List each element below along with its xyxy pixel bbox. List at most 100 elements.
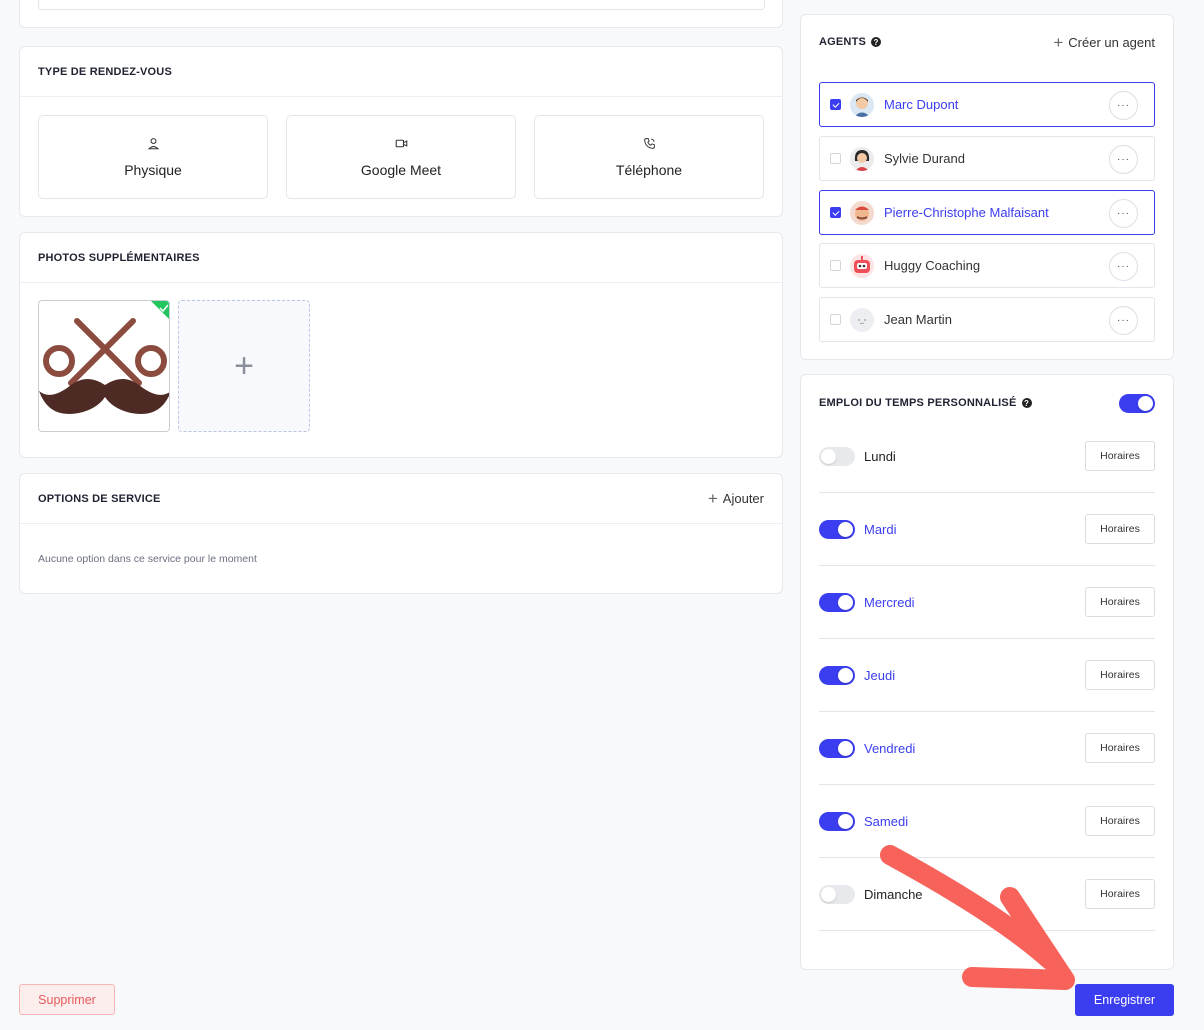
appointment-type-title: TYPE DE RENDEZ-VOUS bbox=[38, 65, 172, 78]
robot-avatar-icon bbox=[854, 255, 870, 273]
day-row-lundi: Lundi Horaires bbox=[819, 420, 1155, 493]
avatar bbox=[850, 253, 874, 278]
phone-icon bbox=[643, 137, 655, 149]
hours-button[interactable]: Horaires bbox=[1085, 514, 1155, 544]
agent-name: Huggy Coaching bbox=[884, 258, 981, 273]
day-row-mardi: Mardi Horaires bbox=[819, 493, 1155, 566]
day-toggle[interactable] bbox=[819, 446, 855, 466]
agent-name: Jean Martin bbox=[884, 312, 952, 327]
avatar bbox=[850, 146, 874, 171]
appointment-type-card: TYPE DE RENDEZ-VOUS Physique Google Meet… bbox=[19, 46, 783, 217]
more-options-button[interactable]: ··· bbox=[1109, 145, 1138, 174]
agent-name: Pierre-Christophe Malfaisant bbox=[884, 205, 1049, 220]
agent-checkbox[interactable] bbox=[830, 314, 841, 325]
more-options-button[interactable]: ··· bbox=[1109, 199, 1138, 228]
empty-options-text: Aucune option dans ce service pour le mo… bbox=[38, 553, 257, 565]
photo-thumbnail[interactable] bbox=[38, 300, 170, 432]
add-option-button[interactable]: + Ajouter bbox=[708, 490, 764, 507]
day-label: Dimanche bbox=[864, 886, 923, 902]
hours-button[interactable]: Horaires bbox=[1085, 441, 1155, 471]
avatar bbox=[850, 92, 874, 117]
video-icon bbox=[395, 139, 407, 147]
custom-schedule-title-text: EMPLOI DU TEMPS PERSONNALISÉ bbox=[819, 397, 1017, 409]
custom-schedule-toggle[interactable] bbox=[1119, 393, 1155, 413]
type-option-label: Téléphone bbox=[615, 161, 683, 178]
hours-button[interactable]: Horaires bbox=[1085, 587, 1155, 617]
add-photo-button[interactable]: + bbox=[178, 300, 310, 432]
more-options-button[interactable]: ··· bbox=[1109, 306, 1138, 335]
more-options-button[interactable]: ··· bbox=[1109, 91, 1138, 120]
day-row-dimanche: Dimanche Horaires bbox=[819, 858, 1155, 931]
agent-row-huggy-coaching[interactable]: Huggy Coaching ··· bbox=[819, 243, 1155, 288]
agent-checkbox[interactable] bbox=[830, 99, 841, 110]
agents-title-text: AGENTS bbox=[819, 36, 867, 48]
day-toggle[interactable] bbox=[819, 884, 855, 904]
day-label: Samedi bbox=[864, 813, 909, 829]
agents-card: AGENTS ? + Créer un agent Marc Dupont ··… bbox=[800, 14, 1174, 360]
top-card-partial bbox=[19, 0, 783, 28]
day-label: Jeudi bbox=[864, 667, 896, 683]
agents-header: AGENTS ? + Créer un agent bbox=[801, 15, 1173, 69]
hours-button[interactable]: Horaires bbox=[1085, 660, 1155, 690]
day-toggle[interactable] bbox=[819, 738, 855, 758]
extra-photos-title: PHOTOS SUPPLÉMENTAIRES bbox=[38, 251, 200, 264]
avatar bbox=[850, 307, 874, 332]
help-icon[interactable]: ? bbox=[871, 37, 882, 47]
extra-photos-card: PHOTOS SUPPLÉMENTAIRES + bbox=[19, 232, 783, 458]
hours-button[interactable]: Horaires bbox=[1085, 733, 1155, 763]
day-toggle[interactable] bbox=[819, 811, 855, 831]
type-option-physical[interactable]: Physique bbox=[38, 115, 268, 199]
agents-title: AGENTS ? bbox=[819, 36, 882, 48]
day-label: Lundi bbox=[864, 448, 896, 464]
agent-name: Marc Dupont bbox=[884, 97, 959, 112]
help-icon[interactable]: ? bbox=[1021, 398, 1032, 408]
plus-icon: + bbox=[1053, 32, 1064, 52]
day-toggle[interactable] bbox=[819, 665, 855, 685]
woman-avatar-icon bbox=[854, 149, 870, 171]
agent-row-pierre-christophe-malfaisant[interactable]: Pierre-Christophe Malfaisant ··· bbox=[819, 190, 1155, 235]
hours-button[interactable]: Horaires bbox=[1085, 806, 1155, 836]
day-row-samedi: Samedi Horaires bbox=[819, 785, 1155, 858]
placeholder-avatar-icon bbox=[858, 318, 866, 324]
hours-button[interactable]: Horaires bbox=[1085, 879, 1155, 909]
service-options-card: OPTIONS DE SERVICE + Ajouter Aucune opti… bbox=[19, 473, 783, 594]
day-toggle[interactable] bbox=[819, 592, 855, 612]
day-row-mercredi: Mercredi Horaires bbox=[819, 566, 1155, 639]
custom-schedule-card: EMPLOI DU TEMPS PERSONNALISÉ ? Lundi Hor… bbox=[800, 374, 1174, 970]
agent-checkbox[interactable] bbox=[830, 207, 841, 218]
create-agent-button[interactable]: + Créer un agent bbox=[1053, 34, 1155, 51]
add-option-label: Ajouter bbox=[722, 491, 764, 506]
extra-photos-header: PHOTOS SUPPLÉMENTAIRES bbox=[20, 233, 782, 283]
day-label: Vendredi bbox=[864, 740, 916, 756]
day-label: Mardi bbox=[864, 521, 897, 537]
cook-avatar-icon bbox=[855, 206, 869, 221]
agent-row-jean-martin[interactable]: Jean Martin ··· bbox=[819, 297, 1155, 342]
man-avatar-icon bbox=[854, 96, 870, 117]
agent-row-marc-dupont[interactable]: Marc Dupont ··· bbox=[819, 82, 1155, 127]
person-icon bbox=[147, 137, 159, 149]
delete-button[interactable]: Supprimer bbox=[19, 984, 115, 1015]
service-options-title: OPTIONS DE SERVICE bbox=[38, 492, 161, 505]
day-label: Mercredi bbox=[864, 594, 915, 610]
agent-checkbox[interactable] bbox=[830, 153, 841, 164]
agent-row-sylvie-durand[interactable]: Sylvie Durand ··· bbox=[819, 136, 1155, 181]
plus-icon: + bbox=[234, 346, 254, 385]
more-options-button[interactable]: ··· bbox=[1109, 252, 1138, 281]
create-agent-label: Créer un agent bbox=[1068, 34, 1155, 50]
service-options-header: OPTIONS DE SERVICE + Ajouter bbox=[20, 474, 782, 524]
avatar bbox=[850, 200, 874, 225]
top-card-input-partial[interactable] bbox=[38, 0, 765, 10]
custom-schedule-title: EMPLOI DU TEMPS PERSONNALISÉ ? bbox=[819, 397, 1032, 409]
mustache-scissors-logo bbox=[39, 301, 169, 414]
day-toggle[interactable] bbox=[819, 519, 855, 539]
agent-checkbox[interactable] bbox=[830, 260, 841, 271]
type-option-label: Google Meet bbox=[360, 161, 442, 178]
day-row-vendredi: Vendredi Horaires bbox=[819, 712, 1155, 785]
save-button[interactable]: Enregistrer bbox=[1075, 984, 1174, 1016]
appointment-type-header: TYPE DE RENDEZ-VOUS bbox=[20, 47, 782, 97]
agent-name: Sylvie Durand bbox=[884, 151, 965, 166]
type-option-google-meet[interactable]: Google Meet bbox=[286, 115, 516, 199]
type-option-phone[interactable]: Téléphone bbox=[534, 115, 764, 199]
plus-icon: + bbox=[707, 489, 718, 508]
type-option-label: Physique bbox=[124, 161, 182, 178]
